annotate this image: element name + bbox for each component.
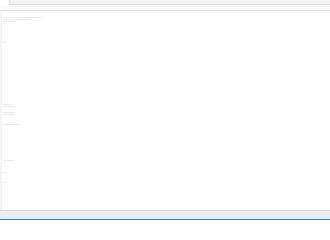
- tab-bar: [0, 0, 330, 5]
- code-line: ———: [3, 42, 7, 44]
- tab-editor[interactable]: [0, 0, 10, 5]
- line-gutter: [0, 12, 2, 210]
- code-line: ——————————: [3, 106, 16, 108]
- code-line: ——————————————: [3, 124, 20, 126]
- code-line: ———: [3, 172, 7, 174]
- code-line: ——: [3, 162, 6, 164]
- toolbar: [0, 6, 330, 11]
- status-accent-bar: [0, 219, 330, 220]
- editor-area[interactable]: ———————————————————————————————— ———————…: [3, 12, 328, 210]
- code-line: ——————————: [3, 114, 16, 116]
- code-line: ——: [3, 23, 6, 25]
- code-line: ———: [3, 182, 7, 184]
